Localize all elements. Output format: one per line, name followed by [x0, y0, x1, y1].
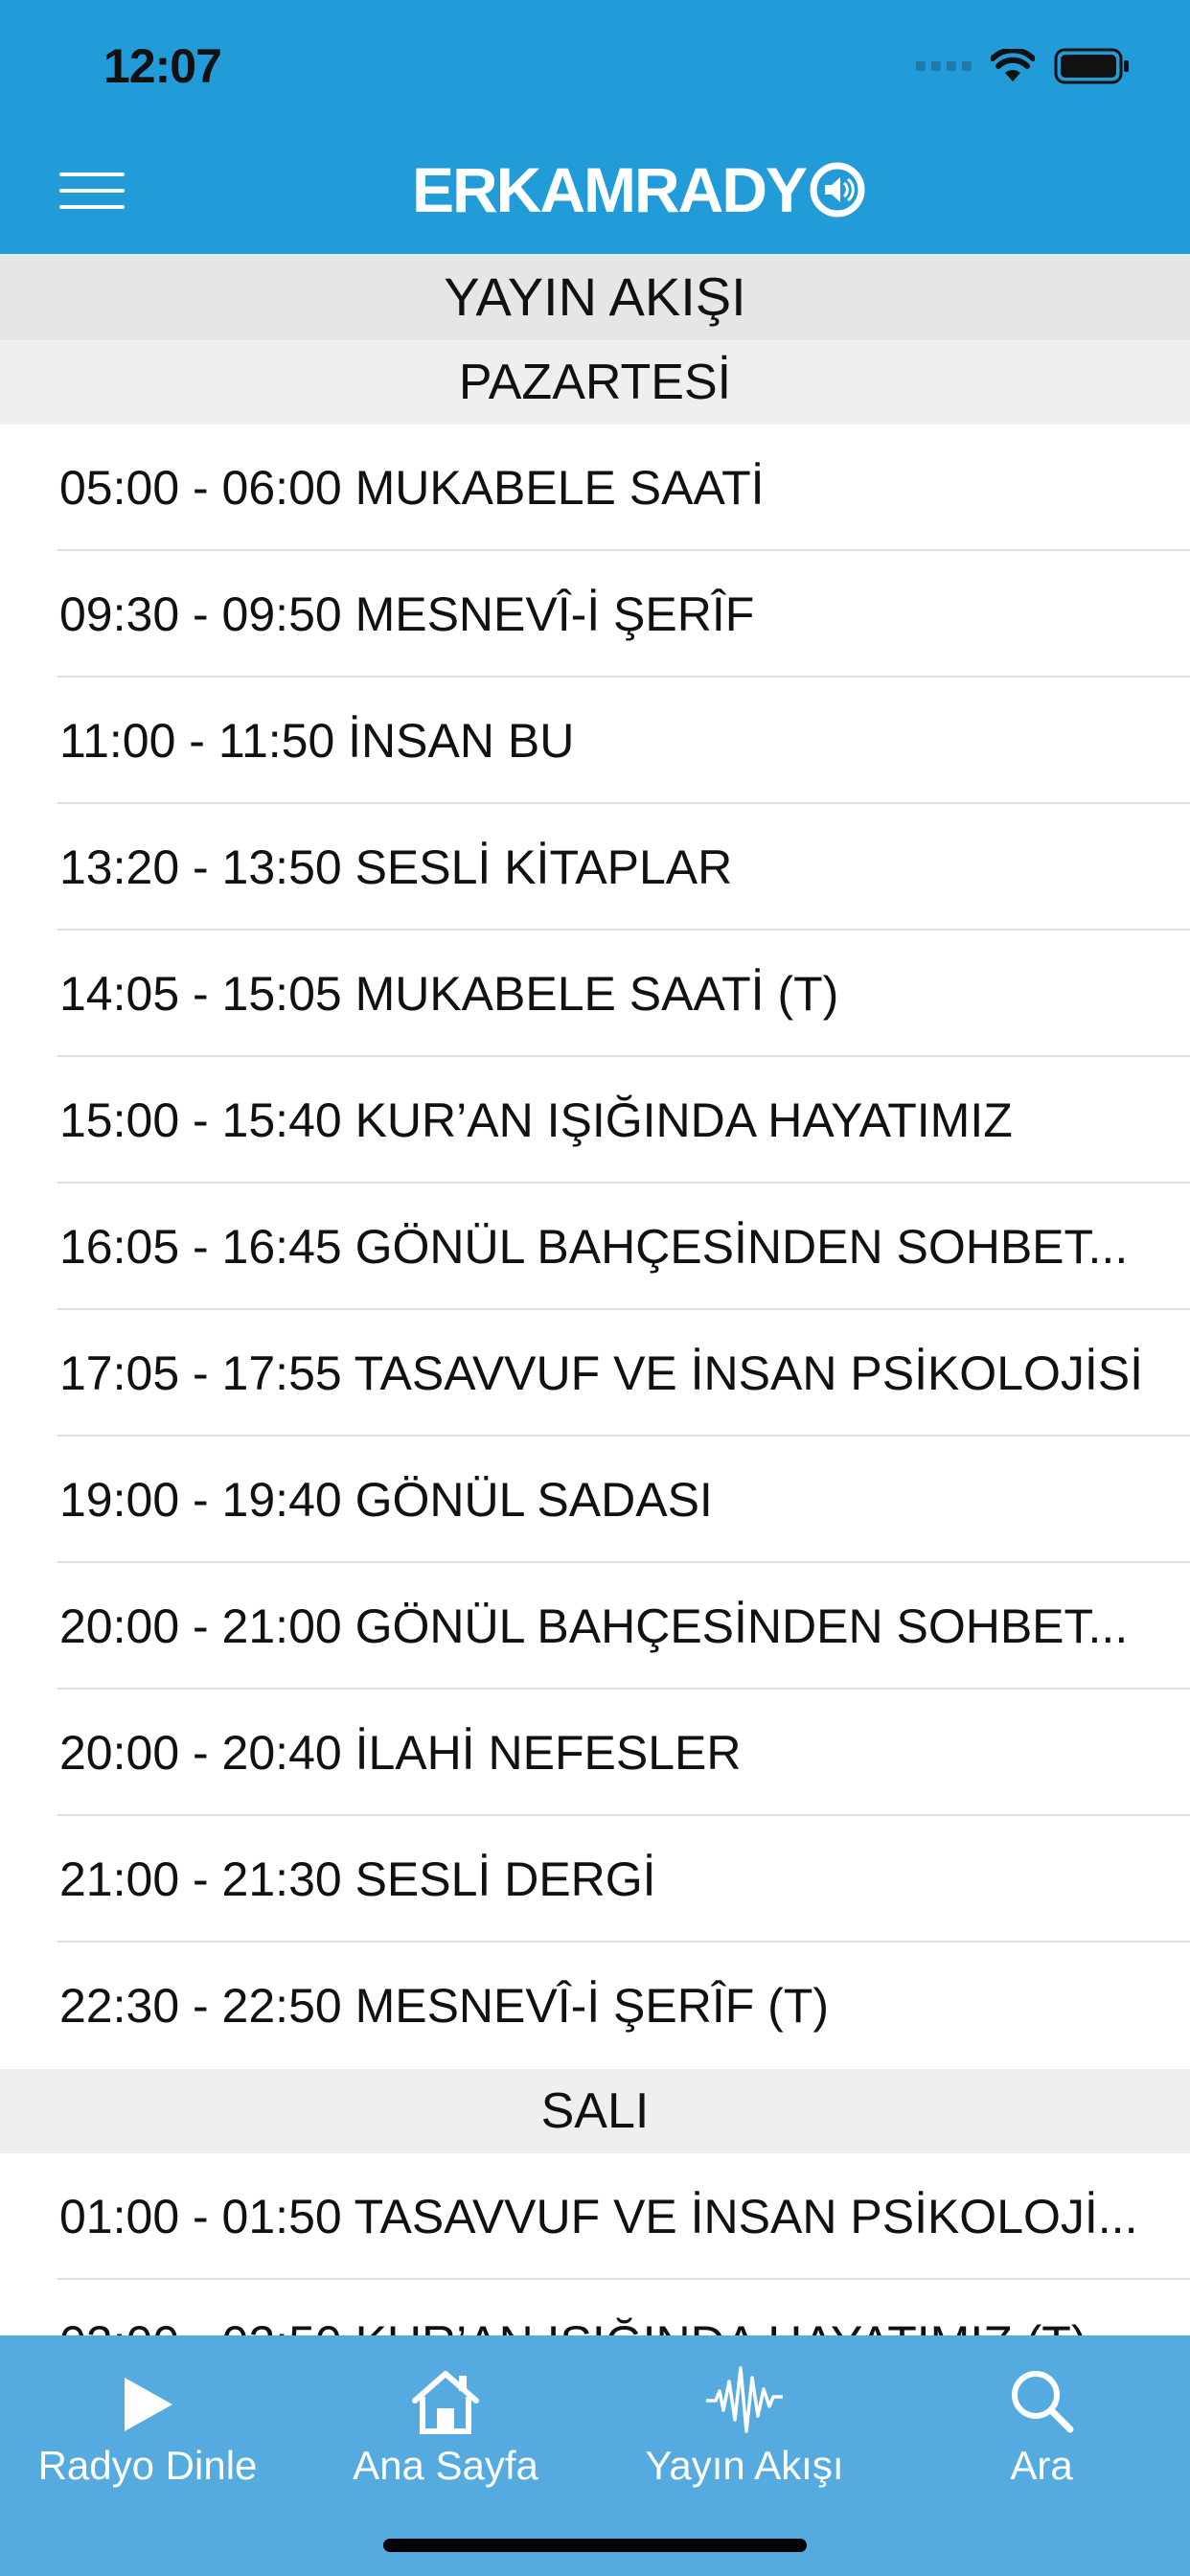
list-item[interactable]: 11:00 - 11:50 İNSAN BU [0, 678, 1190, 804]
list-item[interactable]: 02:00 - 02:50 KUR’AN IŞIĞINDA HAYATIMIZ … [0, 2280, 1190, 2335]
speaker-icon [810, 162, 865, 218]
menu-button[interactable] [59, 172, 125, 215]
program-label: 19:00 - 19:40 GÖNÜL SADASI [59, 1473, 713, 1527]
list-item[interactable]: 14:05 - 15:05 MUKABELE SAATİ (T) [0, 931, 1190, 1057]
program-label: 05:00 - 06:00 MUKABELE SAATİ [59, 461, 765, 515]
tab-label: Ara [1010, 2443, 1073, 2488]
program-label: 15:00 - 15:40 KUR’AN IŞIĞINDA HAYATIMIZ [59, 1093, 1013, 1147]
day-header-monday: PAZARTESİ [0, 340, 1190, 425]
logo-text: ERKAMRADY [412, 154, 808, 225]
cellular-signal-icon [916, 61, 972, 71]
tab-label: Ana Sayfa [353, 2443, 538, 2488]
list-item[interactable]: 21:00 - 21:30 SESLİ DERGİ [0, 1816, 1190, 1943]
program-label: 20:00 - 21:00 GÖNÜL BAHÇESİNDEN SOHBET..… [59, 1599, 1129, 1653]
list-item[interactable]: 19:00 - 19:40 GÖNÜL SADASI [0, 1437, 1190, 1563]
program-label: 14:05 - 15:05 MUKABELE SAATİ (T) [59, 967, 839, 1021]
home-indicator[interactable] [383, 2539, 807, 2552]
list-item[interactable]: 20:00 - 20:40 İLAHİ NEFESLER [0, 1690, 1190, 1816]
battery-icon [1054, 48, 1129, 84]
tab-ana-sayfa[interactable]: Ana Sayfa [321, 2357, 570, 2510]
status-icons [916, 42, 1131, 90]
list-item[interactable]: 15:00 - 15:40 KUR’AN IŞIĞINDA HAYATIMIZ [0, 1057, 1190, 1184]
program-label: 21:00 - 21:30 SESLİ DERGİ [59, 1852, 656, 1906]
list-item[interactable]: 17:05 - 17:55 TASAVVUF VE İNSAN PSİKOLOJ… [0, 1310, 1190, 1437]
status-bar: 12:07 [0, 0, 1190, 129]
list-item[interactable]: 09:30 - 09:50 MESNEVÎ-İ ŞERÎF [0, 551, 1190, 678]
menu-icon [59, 172, 125, 176]
tab-label: Yayın Akışı [645, 2443, 844, 2488]
list-item[interactable]: 22:30 - 22:50 MESNEVÎ-İ ŞERÎF (T) [0, 1943, 1190, 2069]
program-label: 17:05 - 17:55 TASAVVUF VE İNSAN PSİKOLOJ… [59, 1346, 1144, 1400]
status-time: 12:07 [103, 39, 222, 93]
list-item[interactable]: 13:20 - 13:50 SESLİ KİTAPLAR [0, 804, 1190, 931]
list-item[interactable]: 20:00 - 21:00 GÖNÜL BAHÇESİNDEN SOHBET..… [0, 1563, 1190, 1690]
day-header-tuesday: SALI [0, 2069, 1190, 2153]
program-label: 11:00 - 11:50 İNSAN BU [59, 714, 575, 768]
page-title: YAYIN AKIŞI [0, 254, 1190, 340]
program-label: 09:30 - 09:50 MESNEVÎ-İ ŞERÎF [59, 587, 755, 641]
list-item[interactable]: 16:05 - 16:45 GÖNÜL BAHÇESİNDEN SOHBET..… [0, 1184, 1190, 1310]
search-icon [1012, 2371, 1074, 2433]
list-item[interactable]: 05:00 - 06:00 MUKABELE SAATİ [0, 425, 1190, 551]
program-label: 13:20 - 13:50 SESLİ KİTAPLAR [59, 840, 733, 894]
waveform-icon [706, 2366, 783, 2433]
program-label: 02:00 - 02:50 KUR’AN IŞIĞINDA HAYATIMIZ … [59, 2280, 1152, 2335]
program-label: 22:30 - 22:50 MESNEVÎ-İ ŞERÎF (T) [59, 1979, 830, 2033]
program-label: 16:05 - 16:45 GÖNÜL BAHÇESİNDEN SOHBET..… [59, 1220, 1129, 1274]
program-label: 20:00 - 20:40 İLAHİ NEFESLER [59, 1726, 742, 1780]
play-icon [125, 2378, 172, 2431]
tab-yayin-akisi[interactable]: Yayın Akışı [620, 2357, 869, 2510]
tab-ara[interactable]: Ara [917, 2357, 1166, 2510]
home-icon [412, 2371, 479, 2434]
program-label: 01:00 - 01:50 TASAVVUF VE İNSAN PSİKOLOJ… [59, 2190, 1138, 2243]
app-logo: ERKAMRADY [412, 154, 865, 225]
wifi-icon [991, 49, 1035, 81]
navigation-bar: ERKAMRADY [0, 129, 1190, 254]
tab-radyo-dinle[interactable]: Radyo Dinle [23, 2357, 272, 2510]
schedule-list[interactable]: PAZARTESİ 05:00 - 06:00 MUKABELE SAATİ 0… [0, 340, 1190, 2335]
tab-label: Radyo Dinle [37, 2443, 258, 2488]
list-item[interactable]: 01:00 - 01:50 TASAVVUF VE İNSAN PSİKOLOJ… [0, 2153, 1190, 2280]
